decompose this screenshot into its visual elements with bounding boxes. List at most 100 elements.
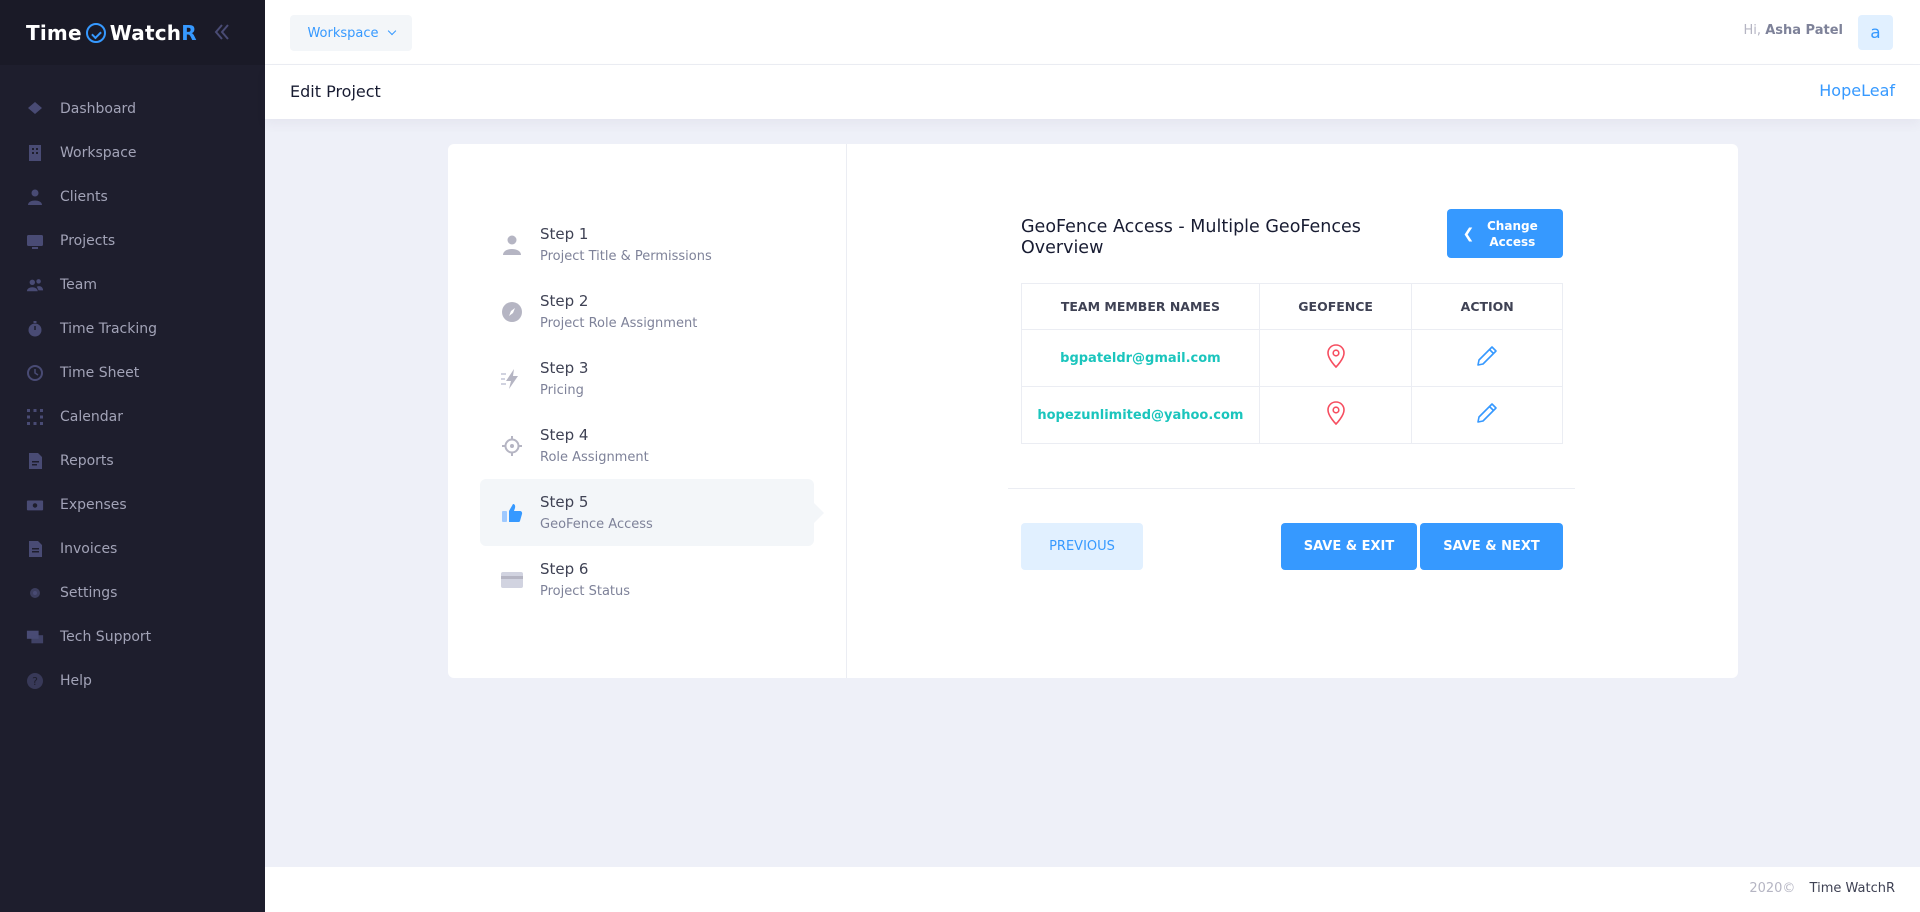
- brand: Time Watch R: [0, 0, 265, 65]
- sidebar: Time Watch R Dashboard Workspace Clients …: [0, 0, 265, 912]
- footer-app-link[interactable]: Time WatchR: [1810, 881, 1895, 896]
- geofence-table: TEAM MEMBER NAMES GEOFENCE ACTION bgpate…: [1021, 283, 1563, 444]
- wizard-step-1[interactable]: Step 1 Project Title & Permissions: [480, 211, 814, 278]
- credit-card-icon: [500, 568, 524, 592]
- subheader: Edit Project HopeLeaf: [265, 65, 1920, 119]
- chevron-down-icon: [387, 26, 396, 36]
- monitor-icon: [26, 232, 44, 250]
- sidebar-nav: Dashboard Workspace Clients Projects Tea…: [0, 65, 265, 703]
- sidebar-item-expenses[interactable]: Expenses: [0, 483, 265, 527]
- wizard-steps: Step 1 Project Title & Permissions Step 2…: [448, 144, 847, 678]
- change-access-button[interactable]: ❮ Change Access: [1447, 209, 1563, 258]
- sidebar-item-label: Dashboard: [60, 101, 136, 117]
- geofence-content: GeoFence Access - Multiple GeoFences Ove…: [847, 144, 1738, 678]
- chevron-left-icon: ❮: [1462, 225, 1475, 242]
- footer-year: 2020©: [1749, 881, 1796, 896]
- save-next-button[interactable]: SAVE & NEXT: [1420, 523, 1563, 570]
- sidebar-item-settings[interactable]: Settings: [0, 571, 265, 615]
- workspace-dropdown-label: Workspace: [307, 25, 379, 41]
- stopwatch-icon: [26, 320, 44, 338]
- building-icon: [26, 144, 44, 162]
- sidebar-item-label: Tech Support: [60, 629, 152, 645]
- clock-icon: [26, 364, 44, 382]
- page-title: Edit Project: [290, 82, 381, 101]
- step-title: Step 5: [540, 493, 589, 511]
- user-name: Asha Patel: [1765, 23, 1843, 38]
- step-title: Step 4: [540, 426, 589, 444]
- wizard-step-2[interactable]: Step 2 Project Role Assignment: [480, 278, 814, 345]
- compass-icon: [500, 300, 524, 324]
- sidebar-item-label: Team: [60, 277, 98, 293]
- pencil-icon[interactable]: [1475, 401, 1499, 429]
- step-description: Pricing: [540, 383, 584, 398]
- sidebar-item-clients[interactable]: Clients: [0, 175, 265, 219]
- step-description: Project Title & Permissions: [540, 249, 712, 264]
- layers-icon: [26, 100, 44, 118]
- calendar-icon: [26, 408, 44, 426]
- member-email: bgpateldr@gmail.com: [1021, 329, 1260, 387]
- wizard-step-6[interactable]: Step 6 Project Status: [480, 546, 814, 613]
- pencil-icon[interactable]: [1475, 344, 1499, 372]
- sidebar-item-label: Time Sheet: [60, 365, 140, 381]
- sidebar-item-label: Workspace: [60, 145, 137, 161]
- brand-text-r: R: [181, 20, 197, 45]
- step-description: GeoFence Access: [540, 517, 653, 532]
- sidebar-item-dashboard[interactable]: Dashboard: [0, 87, 265, 131]
- step-title: Step 1: [540, 225, 589, 243]
- sidebar-item-projects[interactable]: Projects: [0, 219, 265, 263]
- group-icon: [26, 276, 44, 294]
- member-email: hopezunlimited@yahoo.com: [1021, 386, 1260, 444]
- invoice-icon: [26, 540, 44, 558]
- sidebar-item-tech-support[interactable]: Tech Support: [0, 615, 265, 659]
- thumbs-up-icon: [500, 501, 524, 525]
- sidebar-item-label: Calendar: [60, 409, 123, 425]
- table-row: bgpateldr@gmail.com: [1021, 329, 1563, 387]
- sidebar-item-time-sheet[interactable]: Time Sheet: [0, 351, 265, 395]
- sidebar-item-reports[interactable]: Reports: [0, 439, 265, 483]
- section-title: GeoFence Access - Multiple GeoFences Ove…: [1021, 217, 1361, 258]
- save-exit-button[interactable]: SAVE & EXIT: [1281, 523, 1417, 570]
- footer-copyright: 2020© Time WatchR: [1749, 881, 1895, 896]
- question-icon: ?: [26, 672, 44, 690]
- map-pin-icon[interactable]: [1325, 400, 1347, 430]
- double-chevron-left-icon[interactable]: [210, 20, 234, 44]
- user-icon: [26, 188, 44, 206]
- sidebar-item-time-tracking[interactable]: Time Tracking: [0, 307, 265, 351]
- step-title: Step 6: [540, 560, 589, 578]
- chat-icon: [26, 628, 44, 646]
- sidebar-item-label: Help: [60, 673, 92, 689]
- sidebar-item-help[interactable]: ? Help: [0, 659, 265, 703]
- step-title: Step 3: [540, 359, 589, 377]
- gear-icon: [26, 584, 44, 602]
- lightning-icon: [500, 367, 524, 391]
- wizard-step-3[interactable]: Step 3 Pricing: [480, 345, 814, 412]
- sidebar-item-label: Clients: [60, 189, 108, 205]
- wizard-step-4[interactable]: Step 4 Role Assignment: [480, 412, 814, 479]
- avatar[interactable]: a: [1858, 15, 1893, 50]
- sidebar-item-invoices[interactable]: Invoices: [0, 527, 265, 571]
- brand-text-watch: Watch: [109, 20, 182, 45]
- greeting-text: Hi,: [1743, 23, 1762, 38]
- wizard-step-5[interactable]: Step 5 GeoFence Access: [480, 479, 824, 546]
- step-description: Project Role Assignment: [540, 316, 698, 331]
- geofence-cell: [1258, 386, 1413, 444]
- sidebar-item-team[interactable]: Team: [0, 263, 265, 307]
- map-pin-icon[interactable]: [1325, 343, 1347, 373]
- money-icon: [26, 496, 44, 514]
- previous-button[interactable]: PREVIOUS: [1021, 523, 1143, 570]
- table-header-row: TEAM MEMBER NAMES GEOFENCE ACTION: [1021, 283, 1563, 330]
- sidebar-item-label: Reports: [60, 453, 114, 469]
- column-header-action: ACTION: [1411, 283, 1563, 330]
- sidebar-item-label: Time Tracking: [60, 321, 157, 337]
- sidebar-item-label: Projects: [60, 233, 116, 249]
- edit-project-card: Step 1 Project Title & Permissions Step 2…: [448, 144, 1738, 678]
- action-cell: [1411, 386, 1563, 444]
- sidebar-item-calendar[interactable]: Calendar: [0, 395, 265, 439]
- brand-logo[interactable]: Time Watch R: [26, 21, 197, 45]
- sidebar-item-workspace[interactable]: Workspace: [0, 131, 265, 175]
- geofence-cell: [1258, 329, 1413, 387]
- user-greeting[interactable]: Hi, Asha Patel: [1744, 23, 1843, 38]
- workspace-dropdown[interactable]: Workspace: [290, 15, 412, 51]
- clock-check-icon: [85, 22, 106, 43]
- top-header: Workspace Hi, Asha Patel a: [265, 0, 1920, 65]
